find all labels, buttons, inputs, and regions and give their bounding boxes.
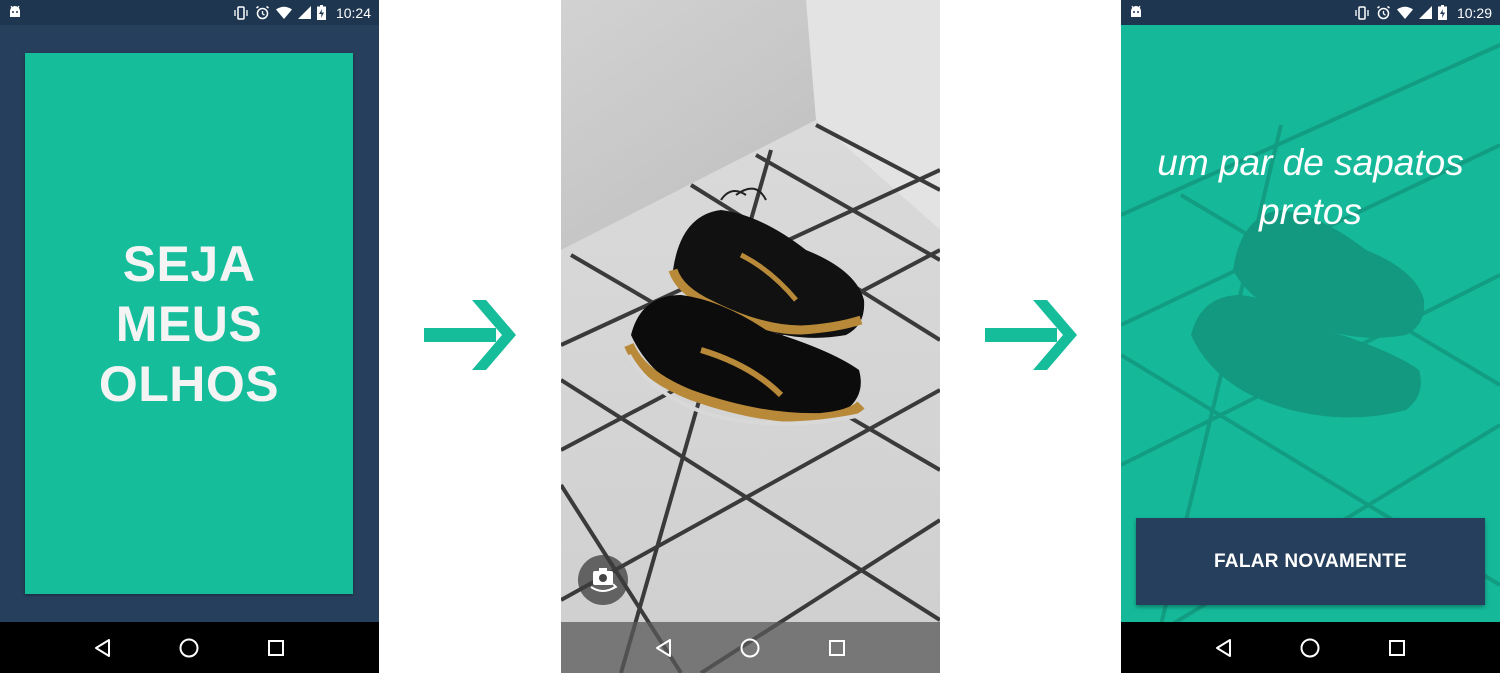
home-icon[interactable]	[735, 633, 765, 663]
navigation-bar	[1121, 622, 1500, 673]
alarm-icon	[255, 5, 270, 20]
back-icon[interactable]	[88, 633, 118, 663]
see-for-me-button[interactable]: SEJA MEUS OLHOS	[25, 53, 353, 594]
alarm-icon	[1376, 5, 1391, 20]
battery-charging-icon	[1437, 5, 1447, 20]
home-icon[interactable]	[1295, 633, 1325, 663]
wifi-icon	[275, 6, 292, 19]
android-icon	[1129, 5, 1143, 21]
android-icon	[8, 5, 22, 21]
phone-screen-camera	[561, 0, 940, 673]
navigation-bar	[0, 622, 379, 673]
arrow-right-icon	[424, 300, 516, 370]
status-time: 10:24	[335, 4, 371, 21]
recents-icon[interactable]	[1382, 633, 1412, 663]
recents-icon[interactable]	[822, 633, 852, 663]
recents-icon[interactable]	[261, 633, 291, 663]
cell-signal-icon	[297, 6, 311, 19]
phone-screen-result: 10:29 um par de sapatos pretos FALAR NOV…	[1121, 0, 1500, 673]
vibrate-icon	[233, 5, 249, 20]
battery-charging-icon	[316, 5, 326, 20]
phone-screen-home: 10:24 SEJA MEUS OLHOS	[0, 0, 379, 673]
navigation-bar	[561, 622, 940, 673]
cell-signal-icon	[1418, 6, 1432, 19]
image-description: um par de sapatos pretos	[1157, 142, 1464, 232]
arrow-right-icon	[985, 300, 1077, 370]
back-icon[interactable]	[1209, 633, 1239, 663]
hero-label: SEJA MEUS OLHOS	[98, 235, 280, 412]
status-time: 10:29	[1456, 4, 1492, 21]
speak-again-button[interactable]: FALAR NOVAMENTE	[1136, 518, 1485, 605]
home-icon[interactable]	[174, 633, 204, 663]
switch-camera-icon[interactable]	[578, 555, 628, 605]
vibrate-icon	[1354, 5, 1370, 20]
wifi-icon	[1396, 6, 1413, 19]
status-bar: 10:24	[0, 0, 379, 25]
status-bar: 10:29	[1121, 0, 1500, 25]
back-icon[interactable]	[649, 633, 679, 663]
